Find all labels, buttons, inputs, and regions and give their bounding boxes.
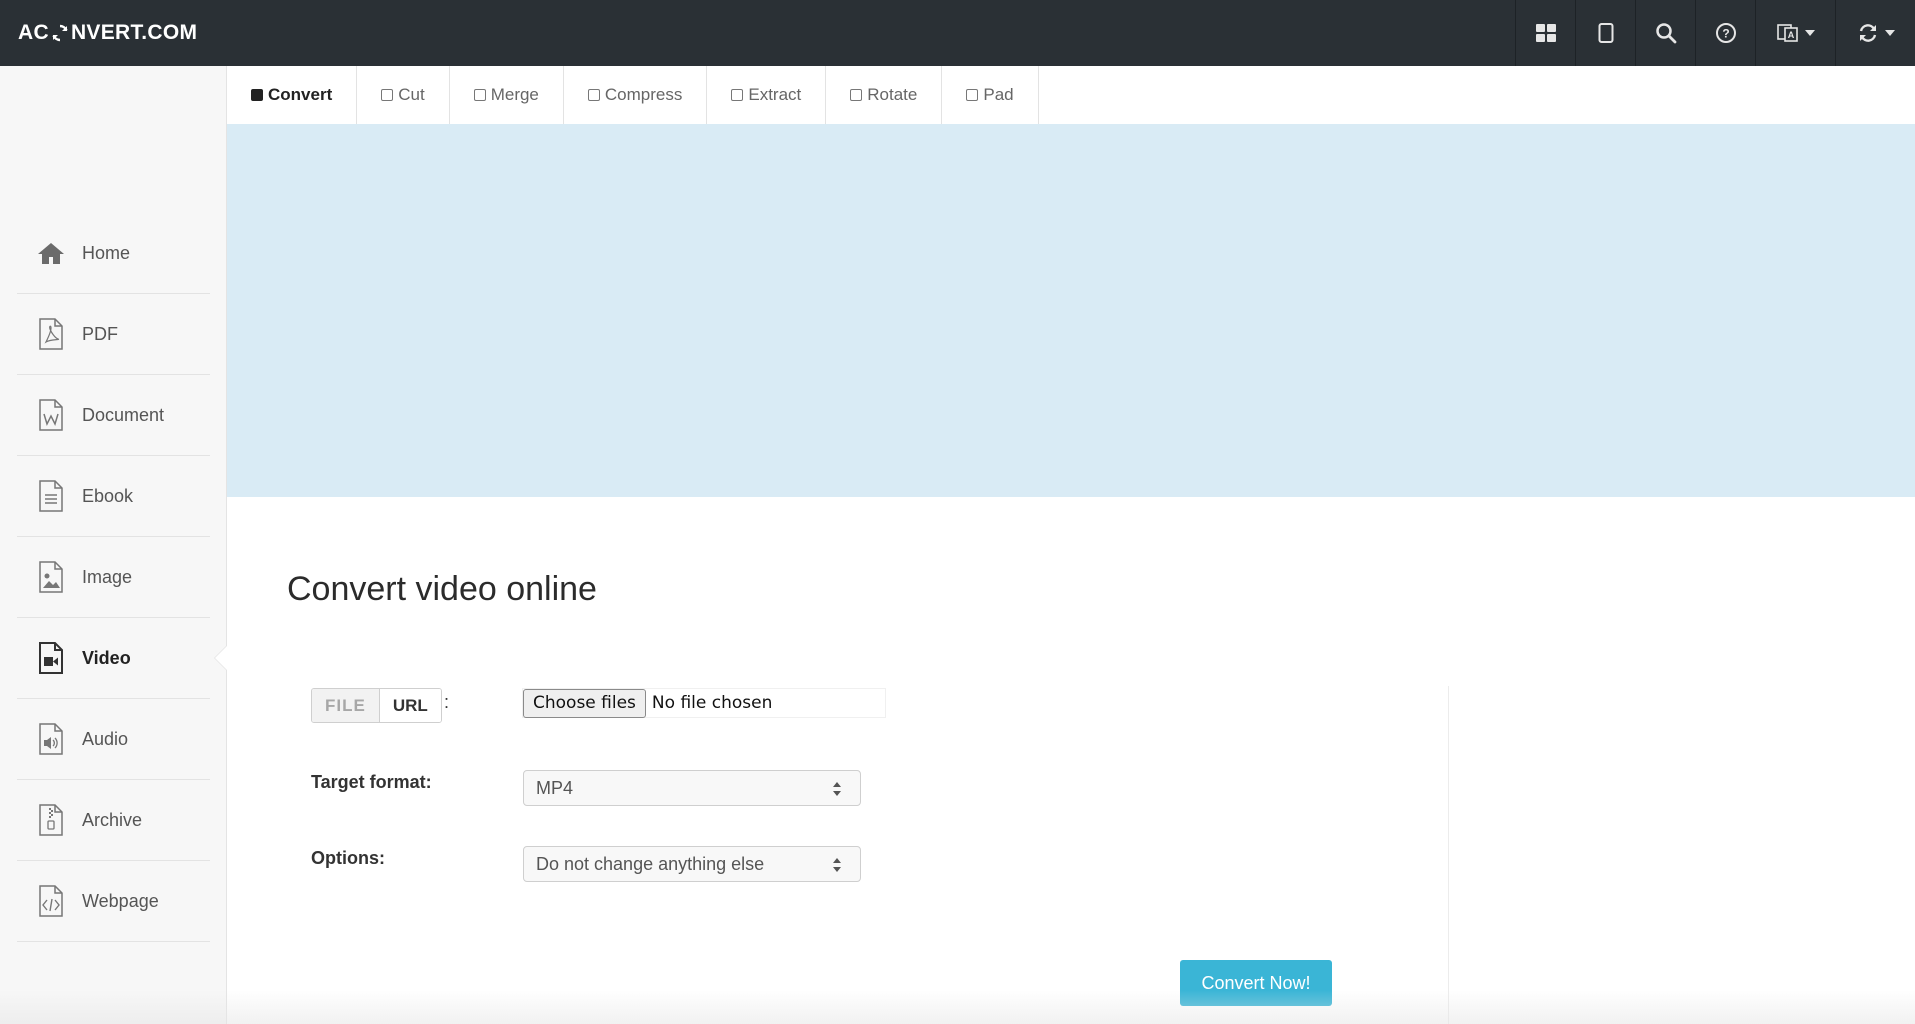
apps-grid-button[interactable] — [1515, 0, 1575, 66]
sidebar-item-label: Video — [82, 647, 131, 668]
sidebar-item-audio[interactable]: Audio — [17, 699, 210, 780]
search-button[interactable] — [1635, 0, 1695, 66]
checkbox-icon — [850, 89, 863, 101]
tab-merge[interactable]: Merge — [450, 66, 564, 124]
search-icon — [1655, 23, 1676, 44]
tab-extract[interactable]: Extract — [707, 66, 827, 124]
source-toggle: FILE URL — [311, 688, 442, 723]
convert-now-button[interactable]: Convert Now! — [1180, 960, 1332, 1006]
sidebar-item-label: Ebook — [82, 485, 134, 506]
sidebar-item-label: PDF — [82, 323, 118, 344]
file-status: No file chosen — [651, 693, 773, 713]
archive-file-icon — [36, 803, 66, 837]
tablet-button[interactable] — [1575, 0, 1635, 66]
checkbox-icon — [966, 89, 979, 101]
tab-label: Rotate — [867, 85, 918, 104]
tab-label: Compress — [604, 85, 683, 104]
sidebar-item-label: Audio — [82, 728, 129, 749]
sidebar-item-image[interactable]: Image — [17, 537, 210, 618]
file-source-option[interactable]: FILE — [312, 689, 380, 722]
site-logo[interactable]: AC NVERT.COM — [0, 21, 197, 45]
sidebar-item-ebook[interactable]: Ebook — [17, 456, 210, 537]
url-source-option[interactable]: URL — [379, 689, 441, 722]
select-arrows-icon — [833, 782, 841, 796]
sidebar: Home PDF Document Ebook Image Video Audi… — [0, 66, 227, 1024]
audio-file-icon — [36, 722, 66, 756]
home-icon — [36, 236, 66, 270]
options-select[interactable]: Do not change anything else — [523, 846, 861, 882]
checkbox-icon — [731, 89, 744, 101]
source-colon: : — [444, 692, 450, 712]
checkbox-icon — [587, 89, 600, 101]
top-navbar: AC NVERT.COM ? A — [0, 0, 1915, 66]
tab-label: Cut — [398, 85, 425, 104]
active-indicator — [215, 646, 227, 670]
sidebar-item-document[interactable]: Document — [17, 375, 210, 456]
tab-cut[interactable]: Cut — [357, 66, 450, 124]
image-file-icon — [36, 560, 66, 594]
checkbox-icon — [381, 89, 394, 101]
tablet-icon — [1598, 23, 1613, 43]
sidebar-item-label: Document — [82, 404, 165, 425]
svg-text:A: A — [1787, 30, 1794, 40]
tab-label: Merge — [490, 85, 539, 104]
target-format-value: MP4 — [536, 777, 574, 798]
refresh-icon — [1859, 24, 1876, 42]
grid-icon — [1535, 24, 1556, 42]
tab-label: Convert — [268, 85, 333, 104]
sidebar-item-label: Archive — [82, 809, 143, 830]
page-title: Convert video online — [287, 570, 597, 608]
sidebar-item-home[interactable]: Home — [17, 213, 210, 294]
choose-files-button[interactable]: Choose files — [523, 688, 646, 718]
banner-area — [227, 124, 1915, 497]
select-arrows-icon — [833, 858, 841, 872]
sidebar-item-archive[interactable]: Archive — [17, 780, 210, 861]
options-label: Options: — [311, 848, 385, 868]
sidebar-item-label: Home — [82, 242, 131, 263]
checkbox-checked-icon — [251, 89, 263, 101]
help-button[interactable]: ? — [1695, 0, 1755, 66]
checkbox-icon — [473, 89, 486, 101]
tab-pad[interactable]: Pad — [942, 66, 1039, 124]
tab-rotate[interactable]: Rotate — [826, 66, 943, 124]
svg-text:?: ? — [1722, 27, 1729, 41]
tab-label: Extract — [748, 85, 802, 104]
options-value: Do not change anything else — [536, 853, 765, 874]
tab-label: Pad — [983, 85, 1014, 104]
document-file-icon — [36, 398, 66, 432]
language-icon: A — [1776, 24, 1798, 42]
help-icon: ? — [1715, 23, 1736, 43]
logo-refresh-icon — [50, 23, 70, 43]
webpage-file-icon — [36, 884, 66, 918]
sidebar-nav: Home PDF Document Ebook Image Video Audi… — [17, 213, 227, 942]
sidebar-item-webpage[interactable]: Webpage — [17, 861, 210, 942]
tab-compress[interactable]: Compress — [564, 66, 708, 124]
ebook-file-icon — [36, 479, 66, 513]
target-format-label: Target format: — [311, 772, 432, 792]
tab-convert[interactable]: Convert — [227, 66, 358, 124]
video-file-icon — [36, 641, 66, 675]
chevron-down-icon — [1804, 30, 1815, 36]
sidebar-item-label: Image — [82, 566, 133, 587]
logo-text-left: AC — [18, 21, 49, 44]
pdf-file-icon — [36, 317, 66, 351]
language-dropdown[interactable]: A — [1755, 0, 1835, 66]
file-input: Choose files No file chosen — [522, 688, 886, 718]
sidebar-item-pdf[interactable]: PDF — [17, 294, 210, 375]
target-format-select[interactable]: MP4 — [523, 770, 861, 806]
sidebar-item-label: Webpage — [82, 890, 159, 911]
chevron-down-icon — [1884, 30, 1895, 36]
logo-text-right: NVERT.COM — [70, 21, 198, 44]
tool-tabs: Convert Cut Merge Compress Extract Rotat… — [227, 66, 1039, 124]
sidebar-item-video[interactable]: Video — [17, 618, 227, 699]
convert-type-dropdown[interactable] — [1835, 0, 1915, 66]
